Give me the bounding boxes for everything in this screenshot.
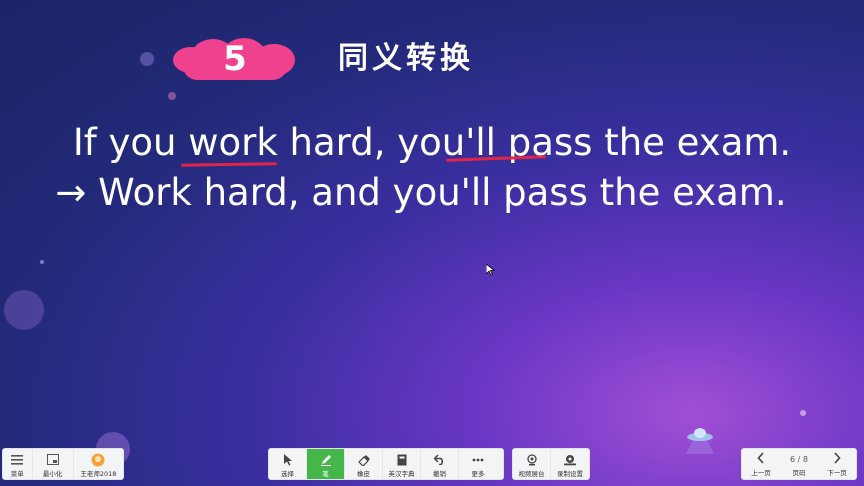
toolbar-tools: 选择 笔 橡皮 英汉字典 撤销 更多 (268, 448, 504, 480)
avatar-icon (91, 452, 105, 467)
decor-bubble (40, 260, 44, 264)
minimize-icon (46, 452, 59, 467)
eraser-tool-button[interactable]: 橡皮 (345, 449, 383, 479)
section-number-badge: 5 (173, 38, 297, 80)
select-tool-label: 选择 (281, 470, 294, 478)
mouse-cursor-icon (486, 264, 495, 276)
eraser-tool-label: 橡皮 (357, 470, 370, 478)
teacher-name: 王老师2018 (80, 470, 117, 478)
chevron-right-icon (833, 452, 841, 467)
dictionary-icon (397, 452, 407, 467)
page-indicator: 6 / 8 (790, 455, 808, 464)
video-booth-button[interactable]: 视频展台 (513, 449, 551, 479)
undo-button[interactable]: 撤销 (421, 449, 459, 479)
section-number: 5 (223, 39, 247, 79)
undo-label: 撤销 (433, 470, 446, 478)
decor-bubble (4, 290, 44, 330)
decor-bubble (140, 52, 154, 66)
toolbar-left: 菜单 最小化 王老师2018 (2, 448, 124, 480)
dictionary-button[interactable]: 英汉字典 (383, 449, 421, 479)
pen-tool-label: 笔 (322, 470, 329, 478)
more-button[interactable]: 更多 (459, 449, 497, 479)
pointer-icon (283, 452, 293, 467)
record-icon (563, 452, 577, 467)
select-tool-button[interactable]: 选择 (269, 449, 307, 479)
section-title: 同义转换 (338, 41, 474, 76)
decor-bubble (800, 410, 806, 416)
more-label: 更多 (471, 470, 485, 478)
pen-icon (320, 452, 332, 467)
next-page-label: 下一页 (827, 469, 847, 477)
undo-icon (433, 452, 446, 467)
eraser-icon (357, 452, 370, 467)
page-navigator: 上一页 6 / 8 页码 下一页 (741, 448, 857, 480)
dictionary-label: 英汉字典 (388, 470, 415, 478)
video-booth-label: 视频展台 (518, 470, 545, 478)
chevron-left-icon (757, 452, 765, 467)
prev-page-label: 上一页 (751, 469, 771, 477)
menu-icon (11, 452, 24, 467)
transformed-sentence: → Work hard, and you'll pass the exam. (55, 171, 787, 214)
original-sentence: If you work hard, you'll pass the exam. (72, 121, 792, 164)
next-page-button[interactable]: 下一页 (818, 449, 856, 479)
more-icon (472, 452, 484, 467)
camera-icon (526, 452, 538, 467)
page-number-label: 页码 (792, 469, 806, 477)
menu-button[interactable]: 菜单 (3, 449, 33, 479)
slide-canvas: 5 同义转换 If you work hard, you'll pass the… (0, 0, 864, 486)
prev-page-button[interactable]: 上一页 (742, 449, 780, 479)
minimize-button[interactable]: 最小化 (33, 449, 74, 479)
decor-bubble (168, 92, 176, 100)
menu-label: 菜单 (10, 470, 24, 478)
teacher-profile-button[interactable]: 王老师2018 (74, 449, 123, 479)
record-settings-button[interactable]: 录制设置 (551, 449, 589, 479)
pen-tool-button[interactable]: 笔 (307, 449, 345, 479)
ufo-icon (686, 428, 714, 454)
record-settings-label: 录制设置 (557, 470, 583, 478)
toolbar-media: 视频展台 录制设置 (512, 448, 590, 480)
annotation-underline-work (180, 162, 278, 167)
page-number-button[interactable]: 6 / 8 页码 (780, 449, 818, 479)
minimize-label: 最小化 (42, 470, 63, 478)
